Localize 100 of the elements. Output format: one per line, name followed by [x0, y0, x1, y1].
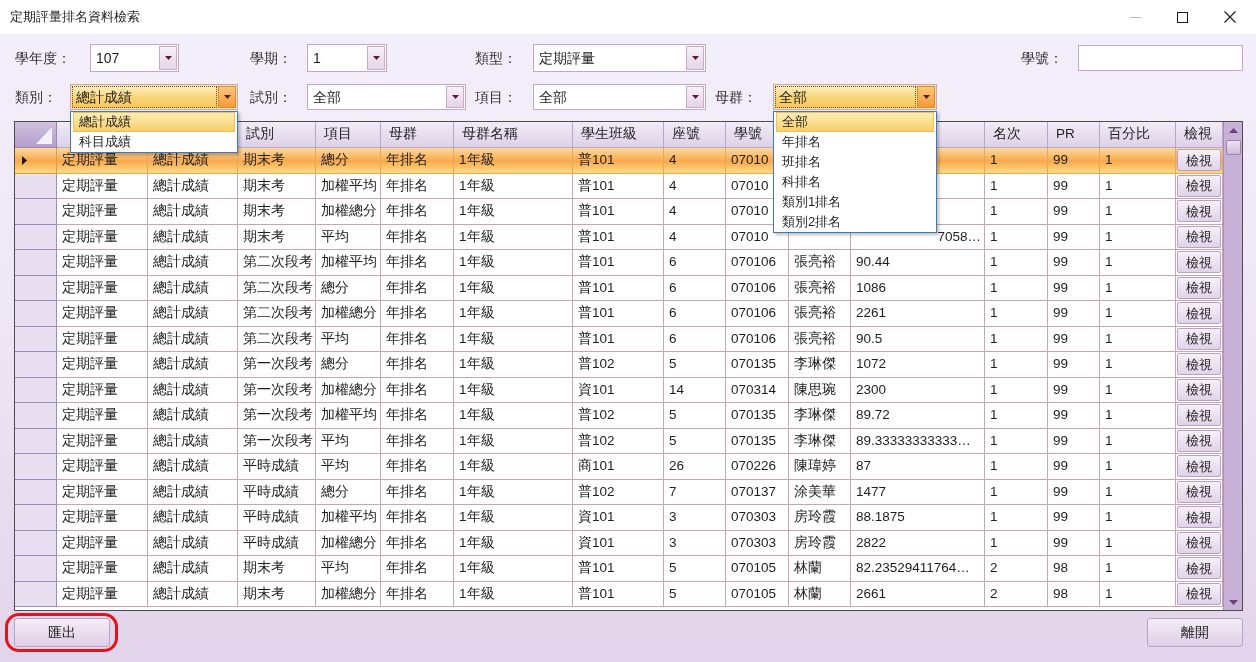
table-cell: 070106 — [731, 280, 777, 295]
dropdown-field[interactable]: 全部 — [773, 84, 937, 110]
scrollbar[interactable] — [1223, 122, 1242, 610]
table-cell: 平均 — [321, 459, 349, 474]
view-button[interactable]: 檢視 — [1177, 225, 1221, 248]
table-row[interactable]: 定期評量 總計成績 期末考 平均 年排名 1年級 普101 5 070105 林蘭 82.23529411764… 2 98 1 檢視 — [15, 556, 1223, 582]
column-header[interactable]: 學生班級 — [573, 122, 664, 148]
scroll-up-icon[interactable] — [1228, 128, 1238, 133]
table-row[interactable]: 定期評量 總計成績 期末考 加權總分 年排名 1年級 普101 5 070105 林蘭 2661 2 98 1 檢視 — [15, 581, 1223, 607]
table-cell: 99 — [1053, 229, 1069, 244]
table-cell: 99 — [1053, 255, 1069, 270]
table-row[interactable]: 定期評量 總計成績 平時成績 加權總分 年排名 1年級 資101 3 070303 房玲霞 2822 1 99 1 檢視 — [15, 530, 1223, 556]
dropdown-option[interactable]: 總計成績 — [73, 112, 235, 132]
table-cell: 年排名 — [386, 331, 428, 346]
view-button[interactable]: 檢視 — [1177, 455, 1221, 478]
view-button[interactable]: 檢視 — [1177, 531, 1221, 554]
table-cell: 3 — [669, 510, 677, 525]
table-row[interactable]: 定期評量 總計成績 第二次段考 加權總分 年排名 1年級 普101 6 070106 張亮裕 2261 1 99 1 檢視 — [15, 301, 1223, 327]
table-row[interactable]: 定期評量 總計成績 第一次段考 總分 年排名 1年級 普102 5 070135 李琳傑 1072 1 99 1 檢視 — [15, 352, 1223, 378]
table-row[interactable]: 定期評量 總計成績 平時成績 加權平均 年排名 1年級 資101 3 070303 房玲霞 88.1875 1 99 1 檢視 — [15, 505, 1223, 531]
table-cell: 普101 — [578, 153, 615, 168]
column-header[interactable]: PR — [1048, 122, 1100, 148]
table-row[interactable]: 定期評量 總計成績 第一次段考 加權總分 年排名 1年級 資101 14 070314 陳思琬 2300 1 99 1 檢視 — [15, 377, 1223, 403]
table-cell: 1年級 — [459, 408, 495, 423]
table-cell: 總計成績 — [153, 535, 209, 550]
table-cell: 1年級 — [459, 178, 495, 193]
exit-button[interactable]: 離開 — [1147, 618, 1243, 647]
close-icon — [1223, 11, 1236, 23]
view-button[interactable]: 檢視 — [1177, 251, 1221, 274]
view-button[interactable]: 檢視 — [1177, 353, 1221, 376]
table-cell: 定期評量 — [62, 535, 118, 550]
view-button[interactable]: 檢視 — [1177, 200, 1221, 223]
column-header[interactable]: 母群名稱 — [454, 122, 573, 148]
caret-down-icon[interactable] — [218, 86, 236, 108]
table-cell: 88.1875 — [856, 510, 905, 525]
table-cell: 99 — [1053, 408, 1069, 423]
dropdown-field[interactable]: 全部 — [533, 84, 706, 110]
caret-down-icon[interactable] — [686, 86, 704, 108]
table-cell: 1 — [990, 357, 998, 372]
table-cell: 平均 — [321, 433, 349, 448]
table-cell: 99 — [1053, 433, 1069, 448]
table-cell: 1 — [1105, 306, 1113, 321]
table-row[interactable]: 定期評量 總計成績 第二次段考 總分 年排名 1年級 普101 6 070106 張亮裕 1086 1 99 1 檢視 — [15, 275, 1223, 301]
caret-down-icon[interactable] — [917, 86, 935, 108]
text-field[interactable] — [1078, 45, 1243, 71]
table-row[interactable]: 定期評量 總計成績 第二次段考 平均 年排名 1年級 普101 6 070106 張亮裕 90.5 1 99 1 檢視 — [15, 326, 1223, 352]
dropdown-field[interactable]: 總計成績 — [70, 84, 238, 110]
view-button[interactable]: 檢視 — [1177, 506, 1221, 529]
column-header[interactable]: 名次 — [985, 122, 1048, 148]
table-cell: 6 — [669, 255, 677, 270]
caret-down-icon[interactable] — [686, 46, 704, 70]
column-header[interactable]: 項目 — [316, 122, 381, 148]
column-header[interactable]: 試別 — [238, 122, 316, 148]
view-button[interactable]: 檢視 — [1177, 404, 1221, 427]
column-header[interactable]: 百分比 — [1100, 122, 1176, 148]
view-button[interactable]: 檢視 — [1177, 429, 1221, 452]
table-cell: 平均 — [321, 561, 349, 576]
table-cell: 年排名 — [386, 561, 428, 576]
table-cell: 第二次段考 — [243, 255, 313, 270]
table-row[interactable]: 定期評量 總計成績 平時成績 總分 年排名 1年級 普102 7 070137 涂美華 1477 1 99 1 檢視 — [15, 479, 1223, 505]
view-button[interactable]: 檢視 — [1177, 582, 1221, 605]
column-header[interactable]: 座號 — [664, 122, 726, 148]
view-button[interactable]: 檢視 — [1177, 557, 1221, 580]
table-row[interactable]: 定期評量 總計成績 平時成績 平均 年排名 1年級 商101 26 070226 陳瑋婷 87 1 99 1 檢視 — [15, 454, 1223, 480]
minimize-icon — [1130, 16, 1141, 18]
column-header[interactable]: 檢視 — [1176, 122, 1223, 148]
table-cell: 1 — [990, 280, 998, 295]
dropdown-field[interactable]: 全部 — [307, 84, 466, 110]
table-cell: 1年級 — [459, 331, 495, 346]
view-button[interactable]: 檢視 — [1177, 174, 1221, 197]
table-row[interactable]: 定期評量 總計成績 第二次段考 加權平均 年排名 1年級 普101 6 070106 張亮裕 90.44 1 99 1 檢視 — [15, 250, 1223, 276]
dropdown-field[interactable]: 107 — [90, 44, 179, 72]
view-button[interactable]: 檢視 — [1177, 149, 1221, 172]
table-cell: 普102 — [578, 408, 615, 423]
table-row[interactable]: 定期評量 總計成績 第一次段考 平均 年排名 1年級 普102 5 070135 李琳傑 89.33333333333… 1 99 1 檢視 — [15, 428, 1223, 454]
dropdown-option[interactable]: 科排名 — [776, 172, 934, 192]
view-button[interactable]: 檢視 — [1177, 327, 1221, 350]
table-cell: 1 — [1105, 408, 1113, 423]
view-button[interactable]: 檢視 — [1177, 276, 1221, 299]
export-button[interactable]: 匯出 — [14, 618, 110, 647]
column-header[interactable]: 母群 — [381, 122, 454, 148]
view-button[interactable]: 檢視 — [1177, 480, 1221, 503]
view-button[interactable]: 檢視 — [1177, 302, 1221, 325]
table-cell: 總分 — [321, 484, 349, 499]
scroll-thumb[interactable] — [1225, 140, 1241, 155]
view-button[interactable]: 檢視 — [1177, 378, 1221, 401]
table-cell: 期末考 — [243, 561, 285, 576]
caret-down-icon[interactable] — [367, 46, 385, 70]
table-cell: 4 — [669, 229, 677, 244]
table-cell: 4 — [669, 178, 677, 193]
caret-down-icon[interactable] — [446, 86, 464, 108]
dropdown-field[interactable]: 定期評量 — [533, 44, 706, 72]
dropdown-option[interactable]: 全部 — [776, 112, 934, 132]
dropdown-field[interactable]: 1 — [307, 44, 387, 72]
table-cell: 總計成績 — [153, 255, 209, 270]
caret-down-icon[interactable] — [159, 46, 177, 70]
scroll-down-icon[interactable] — [1228, 600, 1238, 605]
table-cell: 年排名 — [386, 459, 428, 474]
table-row[interactable]: 定期評量 總計成績 第一次段考 加權平均 年排名 1年級 普102 5 070135 李琳傑 89.72 1 99 1 檢視 — [15, 403, 1223, 429]
dropdown-option[interactable]: 班排名 — [776, 152, 934, 172]
